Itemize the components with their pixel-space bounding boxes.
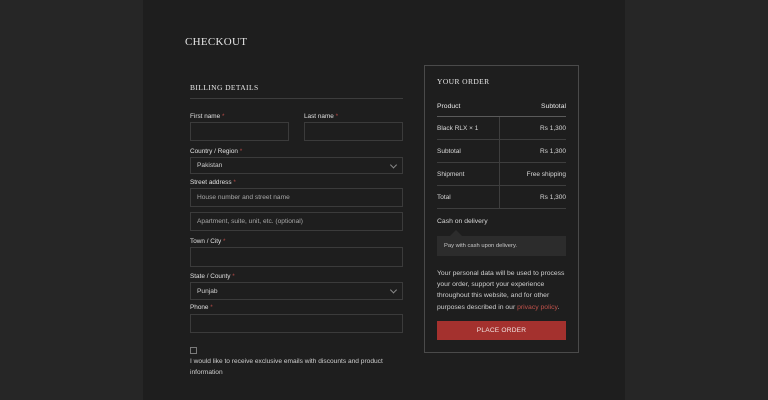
payment-description: Pay with cash upon delivery. (437, 236, 566, 256)
place-order-button[interactable]: PLACE ORDER (437, 321, 566, 340)
subtotal-column-header: Subtotal (541, 103, 566, 110)
payment-method-cod[interactable]: Cash on delivery (437, 218, 488, 225)
first-name-label: First name * (190, 113, 225, 120)
table-row: Subtotal Rs 1,300 (437, 140, 566, 163)
privacy-policy-link[interactable]: privacy policy (517, 304, 557, 311)
last-name-label: Last name * (304, 113, 339, 120)
city-label: Town / City * (190, 238, 226, 245)
billing-details-heading: BILLING DETAILS (190, 83, 259, 92)
street-address-label: Street address * (190, 179, 236, 186)
row-value: Rs 1,300 (539, 193, 566, 201)
chevron-down-icon (389, 286, 398, 294)
row-label: Shipment (437, 170, 465, 178)
state-value: Punjab (197, 287, 218, 295)
order-table-header: Product Subtotal (437, 97, 566, 117)
row-value: Free shipping (526, 170, 566, 178)
required-mark: * (223, 238, 226, 245)
phone-label: Phone * (190, 304, 213, 311)
row-label: Subtotal (437, 147, 461, 155)
row-value: Rs 1,300 (539, 124, 566, 132)
street-address-line2-input[interactable]: Apartment, suite, unit, etc. (optional) (190, 212, 403, 231)
country-label: Country / Region * (190, 148, 243, 155)
required-mark: * (210, 304, 213, 311)
order-heading: YOUR ORDER (437, 77, 490, 86)
billing-divider (190, 98, 403, 99)
phone-field[interactable] (190, 314, 403, 333)
required-mark: * (221, 113, 225, 120)
page-title: CHECKOUT (185, 36, 248, 48)
product-column-header: Product (437, 103, 461, 110)
row-value: Rs 1,300 (539, 147, 566, 155)
newsletter-label: I would like to receive exclusive emails… (190, 358, 383, 376)
table-row: Black RLX × 1 Rs 1,300 (437, 117, 566, 140)
table-row: Total Rs 1,300 (437, 186, 566, 209)
state-select[interactable]: Punjab (190, 282, 403, 300)
row-label: Black RLX × 1 (437, 124, 479, 132)
state-label: State / County * (190, 273, 235, 280)
required-mark: * (233, 179, 236, 186)
last-name-field[interactable] (304, 122, 403, 141)
required-mark: * (232, 273, 235, 280)
order-table: Product Subtotal Black RLX × 1 Rs 1,300 … (437, 97, 566, 209)
country-value: Pakistan (197, 162, 223, 169)
required-mark: * (335, 113, 339, 120)
street-address-line1-input[interactable]: House number and street name (190, 188, 403, 207)
city-field[interactable] (190, 247, 403, 267)
country-select[interactable]: Pakistan (190, 157, 403, 174)
row-label: Total (437, 193, 451, 201)
required-mark: * (239, 148, 243, 155)
chevron-down-icon (389, 160, 398, 169)
privacy-notice: Your personal data will be used to proce… (437, 270, 565, 311)
first-name-field[interactable] (190, 122, 289, 141)
table-row: Shipment Free shipping (437, 163, 566, 186)
newsletter-checkbox[interactable] (190, 347, 197, 354)
